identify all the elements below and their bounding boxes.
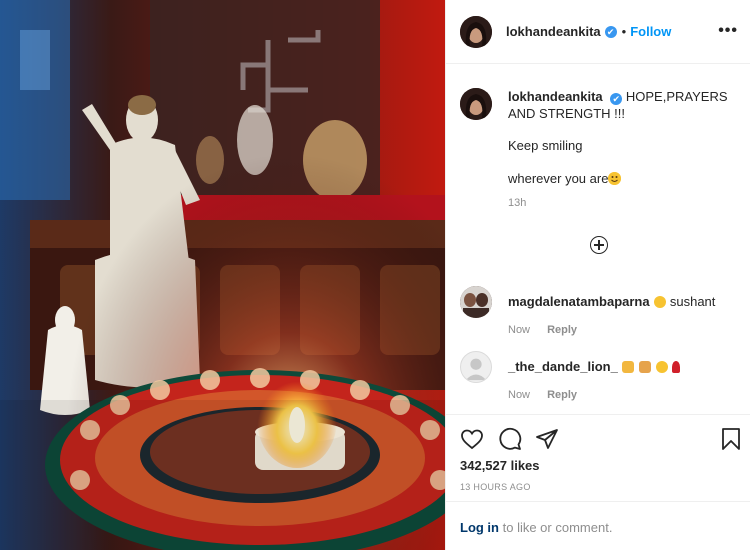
comment-username[interactable]: magdalenatambaparna bbox=[508, 294, 650, 309]
default-avatar-icon bbox=[465, 358, 487, 381]
caption-username[interactable]: lokhandeankita bbox=[508, 89, 603, 104]
likes-count[interactable]: 342,527 likes bbox=[460, 458, 540, 473]
comment-avatar[interactable] bbox=[460, 351, 492, 383]
load-more-comments-button[interactable] bbox=[590, 236, 608, 254]
post-photo[interactable] bbox=[0, 0, 445, 550]
follow-button[interactable]: Follow bbox=[630, 24, 671, 39]
comments-section: lokhandeankita ✔ HOPE,PRAYERS AND STRENG… bbox=[446, 64, 750, 414]
post-caption: lokhandeankita ✔ HOPE,PRAYERS AND STRENG… bbox=[460, 88, 736, 209]
comment-avatar-image bbox=[460, 286, 492, 318]
post-timestamp: 13 HOURS AGO bbox=[460, 482, 531, 492]
comment-meta: Now Reply bbox=[508, 324, 736, 336]
author-username[interactable]: lokhandeankita bbox=[506, 24, 601, 39]
hand-emoji-icon bbox=[622, 361, 635, 373]
caption-avatar[interactable] bbox=[460, 88, 492, 120]
post-side-panel: lokhandeankita ✔ • Follow ••• lokhandean… bbox=[445, 0, 750, 550]
heart-exclamation-emoji-icon bbox=[672, 361, 681, 373]
comment-time: Now bbox=[508, 324, 531, 336]
caption-timestamp: 13h bbox=[508, 197, 527, 209]
reply-button[interactable]: Reply bbox=[547, 389, 577, 401]
author-avatar[interactable] bbox=[460, 15, 492, 48]
comment-item: _the_dande_lion_ Now Reply bbox=[460, 351, 736, 401]
reply-button[interactable]: Reply bbox=[547, 324, 577, 336]
post-actions: 342,527 likes 13 HOURS AGO bbox=[446, 414, 750, 492]
comment-username[interactable]: _the_dande_lion_ bbox=[508, 359, 618, 374]
caption-avatar-image bbox=[460, 88, 492, 120]
caption-text: lokhandeankita ✔ HOPE,PRAYERS AND STRENG… bbox=[508, 88, 728, 187]
comment-item: magdalenatambaparna sushant Now Reply bbox=[460, 286, 736, 336]
caption-line3: wherever you are bbox=[508, 170, 728, 187]
post-header: lokhandeankita ✔ • Follow ••• bbox=[446, 0, 750, 64]
caption-verified-badge-icon: ✔ bbox=[610, 93, 623, 105]
comment-meta: Now Reply bbox=[508, 389, 736, 401]
comment-avatar[interactable] bbox=[460, 286, 492, 318]
post-photo-illustration bbox=[0, 0, 445, 550]
login-prompt: Log in to like or comment. bbox=[446, 501, 750, 550]
caption-line3-text: wherever you are bbox=[508, 171, 609, 186]
save-bookmark-icon[interactable] bbox=[720, 427, 742, 451]
smiley-emoji-icon bbox=[608, 172, 622, 185]
like-heart-icon[interactable] bbox=[460, 427, 484, 451]
folded-hands-emoji-icon bbox=[639, 361, 652, 373]
comment-text: sushant bbox=[669, 294, 716, 309]
login-prompt-text: to like or comment. bbox=[499, 520, 613, 535]
login-link[interactable]: Log in bbox=[460, 520, 499, 535]
comment-bubble-icon[interactable] bbox=[498, 427, 522, 451]
follow-separator: • bbox=[621, 24, 627, 39]
crying-emoji-icon bbox=[654, 296, 667, 308]
more-options-icon[interactable]: ••• bbox=[718, 22, 738, 40]
action-icons-row bbox=[446, 415, 750, 461]
comment-time: Now bbox=[508, 389, 531, 401]
sad-face-emoji-icon bbox=[655, 361, 668, 373]
comment-body: _the_dande_lion_ bbox=[508, 351, 736, 375]
share-paper-plane-icon[interactable] bbox=[535, 427, 559, 451]
author-avatar-image bbox=[460, 15, 492, 48]
comment-body: magdalenatambaparna sushant bbox=[508, 286, 736, 310]
verified-badge-icon: ✔ bbox=[604, 25, 617, 38]
caption-line2: Keep smiling bbox=[508, 138, 583, 153]
